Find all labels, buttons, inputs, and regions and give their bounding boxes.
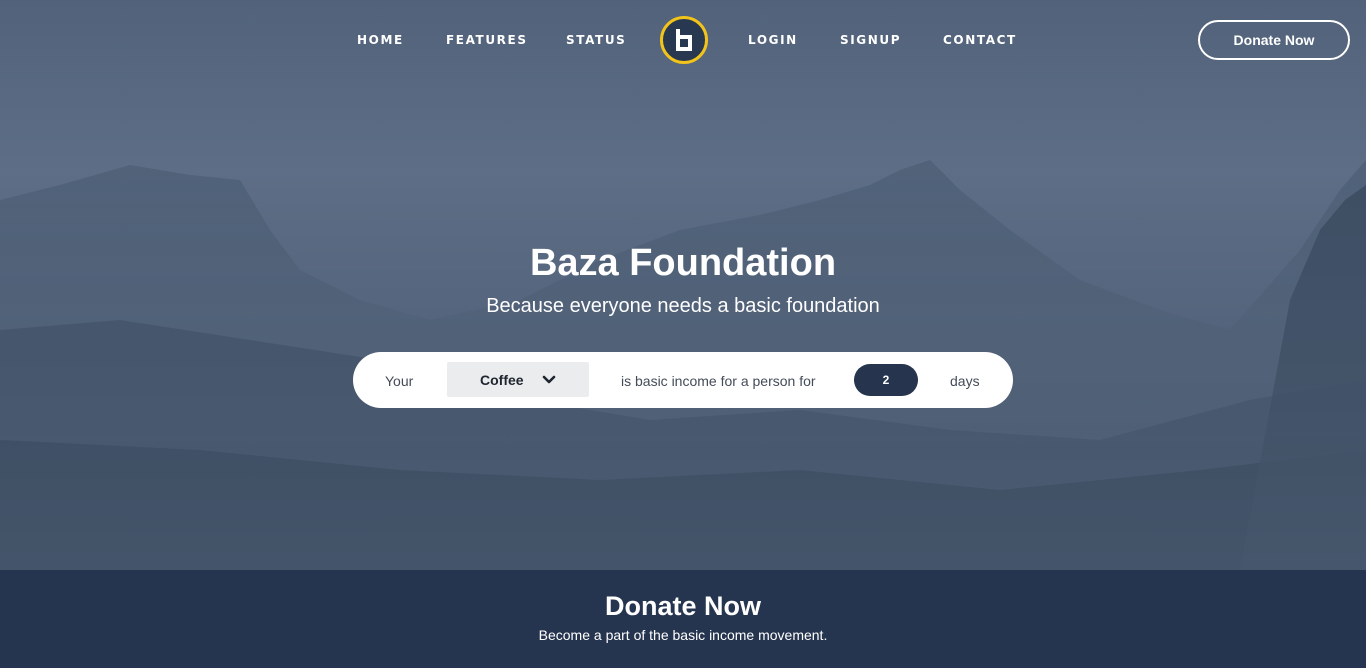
calculator-suffix: days [950,373,980,389]
logo-glyph [676,29,692,51]
item-select[interactable]: Coffee [447,362,589,397]
nav-contact[interactable]: CONTACT [943,33,1017,47]
donate-now-button[interactable]: Donate Now [1198,20,1350,60]
nav-home[interactable]: HOME [357,33,404,47]
b-logo-icon[interactable] [660,16,708,64]
calculator-middle-text: is basic income for a person for [621,373,816,389]
chevron-down-icon [542,375,556,384]
days-value-badge: 2 [854,364,918,396]
nav-signup[interactable]: SIGNUP [840,33,901,47]
page-title: Baza Foundation [529,242,837,284]
donate-description: Become a part of the basic income moveme… [538,627,828,643]
nav-status[interactable]: STATUS [566,33,626,47]
income-calculator: Your Coffee is basic income for a person… [353,352,1013,408]
calculator-prefix: Your [385,373,414,389]
page-subtitle: Because everyone needs a basic foundatio… [486,295,880,317]
donate-heading: Donate Now [604,591,761,621]
hero-section: HOME FEATURES STATUS LOGIN SIGNUP CONTAC… [0,0,1366,570]
nav-login[interactable]: LOGIN [748,33,798,47]
item-select-value: Coffee [480,371,524,388]
donate-section: Donate Now Become a part of the basic in… [0,570,1366,668]
top-navigation: HOME FEATURES STATUS LOGIN SIGNUP CONTAC… [0,0,1366,80]
mountain-background [0,0,1366,570]
nav-features[interactable]: FEATURES [446,33,528,47]
